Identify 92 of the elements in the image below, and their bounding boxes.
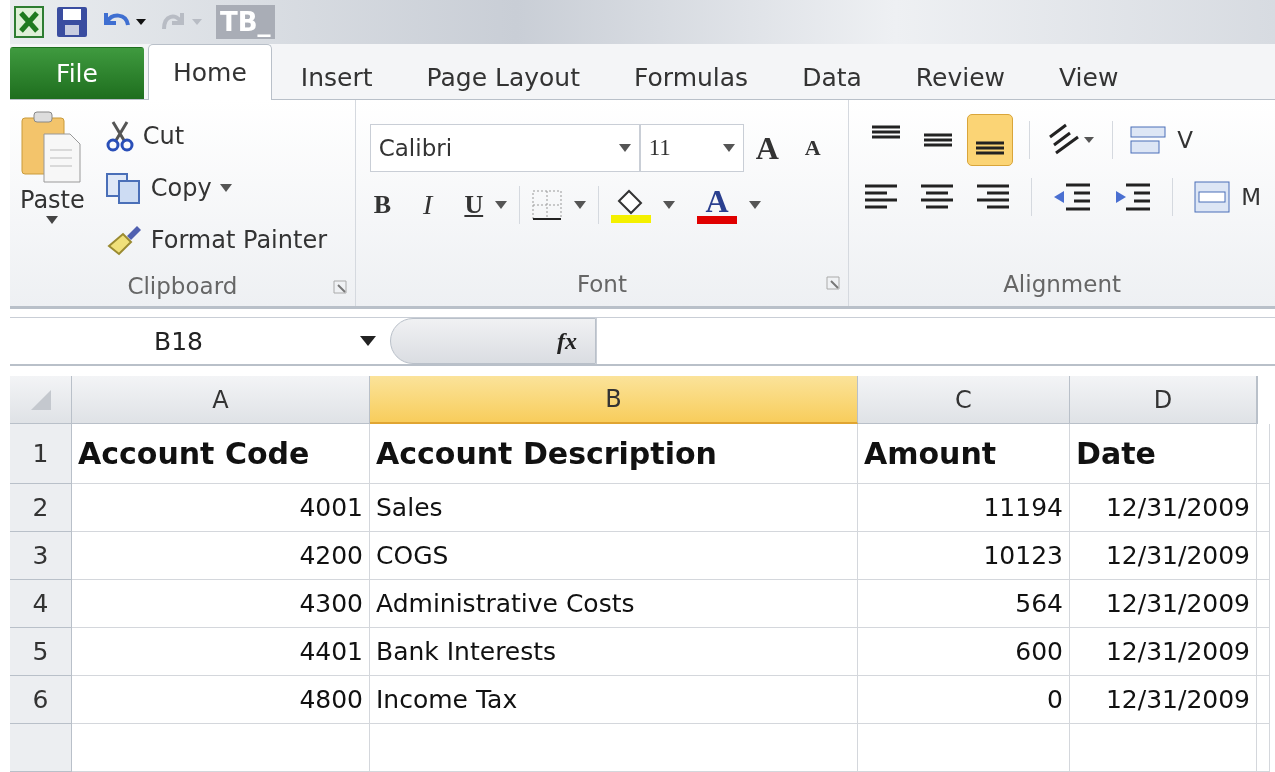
ribbon-tab[interactable]: View [1034, 54, 1144, 100]
caret-icon [618, 144, 631, 152]
file-tab[interactable]: File [10, 47, 144, 99]
align-center-icon[interactable] [919, 182, 956, 212]
dropdown-arrow-icon[interactable] [749, 201, 762, 209]
text-orientation-icon[interactable] [1046, 123, 1097, 157]
table-cell [1257, 724, 1270, 772]
table-cell: 600 [858, 628, 1070, 676]
ribbon-tab[interactable]: Page Layout [401, 54, 605, 100]
shrink-font-button[interactable]: A [804, 135, 821, 161]
dropdown-arrow-icon[interactable] [663, 201, 676, 209]
table-cell: Income Tax [370, 676, 858, 724]
ribbon-tab[interactable]: Insert [275, 54, 398, 100]
table-cell: 4300 [72, 580, 370, 628]
bottom-align-button[interactable] [967, 114, 1014, 166]
copy-icon [104, 172, 143, 204]
font-size-dropdown[interactable]: 11 [639, 124, 744, 172]
grow-font-button[interactable]: A [755, 129, 779, 167]
table-cell: 12/31/2009 [1070, 580, 1257, 628]
column-title-cell: Account Description [370, 424, 858, 484]
table-cell [1257, 676, 1270, 724]
dialog-launcher-icon[interactable] [826, 276, 841, 290]
bold-button[interactable]: B [373, 190, 392, 220]
table-cell: 0 [858, 676, 1070, 724]
table-cell: Bank Interests [370, 628, 858, 676]
font-color-button[interactable]: A [697, 186, 738, 224]
table-cell: 4001 [72, 484, 370, 532]
merge-center-button[interactable]: M [1193, 180, 1261, 214]
table-cell: 12/31/2009 [1070, 676, 1257, 724]
column-header[interactable]: B [370, 376, 858, 424]
window-title: TB_ [216, 5, 275, 39]
cut-button[interactable]: Cut [104, 110, 327, 162]
column-header[interactable]: A [72, 376, 370, 424]
table-cell: Sales [370, 484, 858, 532]
caret-icon [722, 144, 735, 152]
borders-icon[interactable] [532, 190, 563, 220]
caret-icon [46, 216, 59, 224]
fill-color-icon[interactable] [611, 187, 652, 223]
ribbon-tab[interactable]: Data [777, 54, 887, 100]
font-name-dropdown[interactable]: Calibri [369, 124, 640, 172]
table-cell: 4800 [72, 676, 370, 724]
insert-function-button[interactable]: fx [390, 318, 596, 364]
dialog-launcher-icon[interactable] [332, 280, 347, 294]
copy-button[interactable]: Copy [104, 162, 327, 214]
ribbon-tab[interactable]: Home [148, 44, 272, 100]
table-cell: 10123 [858, 532, 1070, 580]
align-left-icon[interactable] [863, 182, 900, 212]
table-cell: 12/31/2009 [1070, 484, 1257, 532]
table-cell [1257, 628, 1270, 676]
decrease-indent-icon[interactable] [1052, 181, 1093, 213]
paste-button[interactable]: Paste [20, 110, 85, 224]
excel-logo-icon[interactable] [14, 6, 44, 38]
wrap-text-button[interactable]: V [1129, 123, 1193, 157]
row-header[interactable]: 4 [10, 580, 72, 628]
scissors-icon [104, 120, 135, 152]
table-cell: 12/31/2009 [1070, 628, 1257, 676]
table-cell: 12/31/2009 [1070, 532, 1257, 580]
table-cell: 4200 [72, 532, 370, 580]
row-header[interactable]: 1 [10, 424, 72, 484]
column-title-cell: Amount [858, 424, 1070, 484]
row-header[interactable]: 2 [10, 484, 72, 532]
column-header[interactable]: D [1070, 376, 1257, 424]
ribbon-tab[interactable]: Review [890, 54, 1031, 100]
name-box[interactable]: B18 [10, 326, 390, 356]
dropdown-arrow-icon[interactable] [495, 201, 508, 209]
font-group-label: Font [355, 262, 849, 306]
alignment-group-label: Alignment [1002, 270, 1122, 299]
table-cell: 564 [858, 580, 1070, 628]
table-cell [1257, 580, 1270, 628]
table-cell [1257, 484, 1270, 532]
table-cell: COGS [370, 532, 858, 580]
clipboard-group-label: Clipboard [10, 266, 355, 306]
save-icon[interactable] [56, 6, 88, 38]
dropdown-arrow-icon[interactable] [574, 201, 587, 209]
underline-button[interactable]: U [464, 190, 484, 220]
ribbon-tab[interactable]: Formulas [609, 54, 774, 100]
table-cell [1257, 532, 1270, 580]
table-cell: 11194 [858, 484, 1070, 532]
row-header[interactable]: 3 [10, 532, 72, 580]
row-header[interactable]: 6 [10, 676, 72, 724]
table-cell: Administrative Costs [370, 580, 858, 628]
table-cell [1257, 424, 1270, 484]
caret-icon [219, 184, 232, 192]
column-header[interactable]: C [858, 376, 1070, 424]
italic-button[interactable]: I [423, 189, 433, 221]
column-title-cell: Account Code [72, 424, 370, 484]
table-cell: 4401 [72, 628, 370, 676]
column-title-cell: Date [1070, 424, 1257, 484]
row-header[interactable]: 5 [10, 628, 72, 676]
align-right-icon[interactable] [975, 182, 1012, 212]
caret-icon [360, 336, 376, 346]
format-painter-button[interactable]: Format Painter [104, 214, 327, 266]
